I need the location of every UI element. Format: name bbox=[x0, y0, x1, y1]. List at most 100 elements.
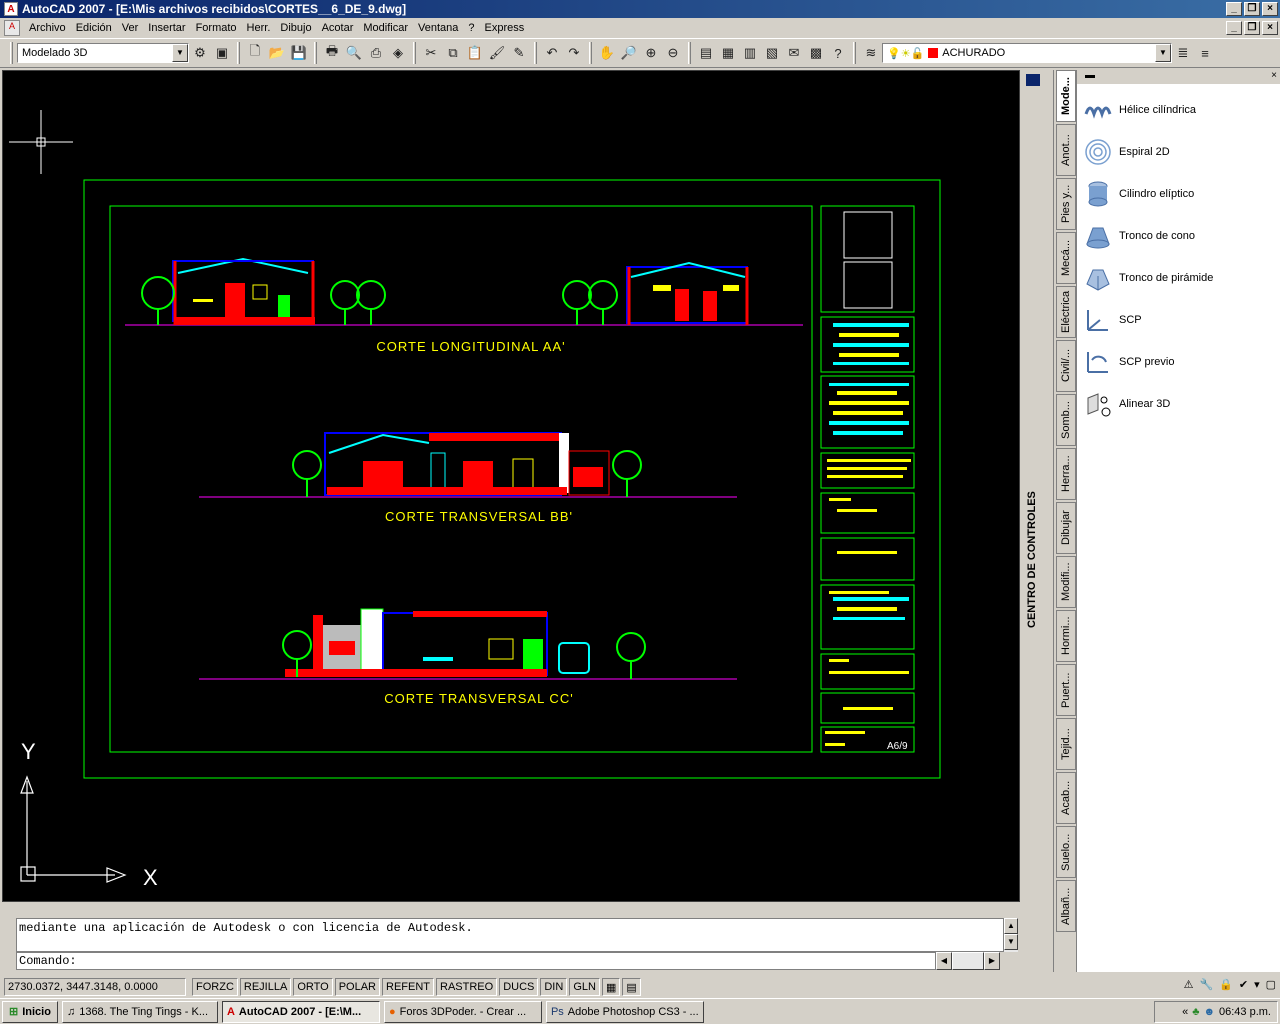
doc-minimize-button[interactable]: _ bbox=[1226, 21, 1242, 35]
sheet-set-icon[interactable]: ▧ bbox=[761, 42, 783, 64]
snap-toggle[interactable]: FORZC bbox=[192, 978, 238, 996]
polar-toggle[interactable]: POLAR bbox=[334, 978, 380, 996]
menu-ver[interactable]: Ver bbox=[117, 22, 144, 34]
tab-hormigon[interactable]: Hormi... bbox=[1056, 610, 1076, 662]
doc-restore-button[interactable]: ❐ bbox=[1244, 21, 1260, 35]
warning-icon[interactable]: ⚠ bbox=[1184, 978, 1194, 991]
task-music-player[interactable]: ♫ 1368. The Ting Tings - K... bbox=[61, 1000, 218, 1023]
dyn-toggle[interactable]: DIN bbox=[540, 978, 568, 996]
menu-formato[interactable]: Formato bbox=[191, 22, 242, 34]
start-button[interactable]: ⊞ Inicio bbox=[2, 1000, 58, 1023]
tool-helix[interactable]: Hélice cilíndrica bbox=[1083, 90, 1273, 130]
scroll-right-icon[interactable]: ▶ bbox=[984, 952, 1000, 970]
scroll-left-icon[interactable]: ◀ bbox=[936, 952, 952, 970]
3d-dwf-icon[interactable]: ◈ bbox=[387, 42, 409, 64]
lwt-toggle[interactable]: GLN bbox=[569, 978, 600, 996]
save-workspace-icon[interactable]: ▣ bbox=[211, 42, 233, 64]
tool-palettes-icon[interactable]: ▥ bbox=[739, 42, 761, 64]
command-scrollbar[interactable]: ▲ ▼ bbox=[1004, 918, 1018, 952]
toolbar-grip[interactable] bbox=[534, 42, 537, 64]
scroll-down-icon[interactable]: ▼ bbox=[1004, 934, 1018, 950]
workspace-combo[interactable]: Modelado 3D ▼ bbox=[17, 43, 189, 63]
tool-spiral[interactable]: Espiral 2D bbox=[1083, 132, 1273, 172]
zoom-realtime-icon[interactable]: 🔎 bbox=[618, 42, 640, 64]
tray-expand-icon[interactable]: « bbox=[1182, 1006, 1188, 1018]
tab-herramientas[interactable]: Herra... bbox=[1056, 448, 1076, 500]
zoom-window-icon[interactable]: ⊕ bbox=[640, 42, 662, 64]
menu-edicion[interactable]: Edición bbox=[71, 22, 117, 34]
tab-pies[interactable]: Pies y... bbox=[1056, 178, 1076, 230]
toolbar-grip[interactable] bbox=[853, 42, 856, 64]
tool-cone-frustum[interactable]: Tronco de cono bbox=[1083, 216, 1273, 256]
chevron-down-icon[interactable]: ▼ bbox=[172, 44, 188, 62]
tools-icon[interactable]: 🔧 bbox=[1199, 978, 1213, 991]
ducs-toggle[interactable]: DUCS bbox=[499, 978, 539, 996]
scroll-up-icon[interactable]: ▲ bbox=[1004, 918, 1018, 934]
drawing-canvas[interactable]: A6/9 CORTE LONGITUDINAL AA' CORTE TRANSV… bbox=[2, 70, 1020, 902]
redo-icon[interactable]: ↷ bbox=[563, 42, 585, 64]
clock[interactable]: 06:43 p.m. bbox=[1219, 1006, 1271, 1018]
publish-icon[interactable]: ⎙ bbox=[365, 42, 387, 64]
save-icon[interactable]: 💾 bbox=[288, 42, 310, 64]
undo-icon[interactable]: ↶ bbox=[541, 42, 563, 64]
messenger-icon[interactable]: ☻ bbox=[1203, 1006, 1215, 1018]
markup-icon[interactable]: ✉ bbox=[783, 42, 805, 64]
task-photoshop[interactable]: Ps Adobe Photoshop CS3 - ... bbox=[545, 1000, 704, 1023]
coordinates-readout[interactable]: 2730.0372, 3447.3148, 0.0000 bbox=[4, 978, 186, 996]
layer-previous-icon[interactable]: ≡ bbox=[1194, 42, 1216, 64]
new-file-icon[interactable]: 🗋 bbox=[244, 42, 266, 64]
network-icon[interactable]: ♣ bbox=[1192, 1006, 1199, 1018]
tab-anotacion[interactable]: Anot... bbox=[1056, 124, 1076, 176]
menu-express[interactable]: Express bbox=[480, 22, 530, 34]
clean-screen-icon[interactable]: ▢ bbox=[1266, 978, 1276, 991]
help-icon[interactable]: ? bbox=[827, 42, 849, 64]
tool-align-3d[interactable]: Alinear 3D bbox=[1083, 384, 1273, 424]
copy-icon[interactable]: ⧉ bbox=[442, 42, 464, 64]
design-center-icon[interactable]: ▦ bbox=[717, 42, 739, 64]
pan-icon[interactable]: ✋ bbox=[596, 42, 618, 64]
doc-close-button[interactable]: × bbox=[1262, 21, 1278, 35]
menu-insertar[interactable]: Insertar bbox=[143, 22, 190, 34]
tab-suelo[interactable]: Suelo... bbox=[1056, 826, 1076, 878]
menu-ventana[interactable]: Ventana bbox=[413, 22, 463, 34]
tool-ucs[interactable]: SCP bbox=[1083, 300, 1273, 340]
tab-acabados[interactable]: Acab... bbox=[1056, 772, 1076, 824]
tab-tejidos[interactable]: Tejid... bbox=[1056, 718, 1076, 770]
minimize-button[interactable]: _ bbox=[1226, 2, 1242, 16]
tab-puertas[interactable]: Puert... bbox=[1056, 664, 1076, 716]
tab-sombreado[interactable]: Somb... bbox=[1056, 394, 1076, 446]
autocad-app-icon[interactable]: A bbox=[4, 2, 18, 16]
toolbar-lock-icon[interactable]: 🔒 bbox=[1219, 978, 1233, 991]
open-file-icon[interactable]: 📂 bbox=[266, 42, 288, 64]
menu-dibujo[interactable]: Dibujo bbox=[275, 22, 316, 34]
toolbar-grip[interactable] bbox=[688, 42, 691, 64]
menu-acotar[interactable]: Acotar bbox=[317, 22, 359, 34]
workspace-settings-icon[interactable]: ⚙ bbox=[189, 42, 211, 64]
tab-dibujar[interactable]: Dibujar bbox=[1056, 502, 1076, 554]
hscroll-track[interactable] bbox=[952, 952, 984, 970]
menu-modificar[interactable]: Modificar bbox=[358, 22, 413, 34]
command-input[interactable]: Comando: bbox=[16, 952, 936, 970]
tab-electrica[interactable]: Eléctrica bbox=[1056, 286, 1076, 338]
close-button[interactable]: × bbox=[1262, 2, 1278, 16]
command-hscroll[interactable]: ◀ ▶ bbox=[936, 952, 1000, 970]
toolbar-grip[interactable] bbox=[413, 42, 416, 64]
toolbar-grip[interactable] bbox=[237, 42, 240, 64]
menu-herr[interactable]: Herr. bbox=[242, 22, 276, 34]
task-firefox[interactable]: ● Foros 3DPoder. - Crear ... bbox=[383, 1000, 542, 1023]
panel-icon[interactable] bbox=[1026, 74, 1040, 86]
comm-center-icon[interactable]: ✔ bbox=[1239, 978, 1248, 991]
menu-help[interactable]: ? bbox=[463, 22, 479, 34]
tool-pyramid-frustum[interactable]: Tronco de pirámide bbox=[1083, 258, 1273, 298]
tab-modelado[interactable]: Mode... bbox=[1056, 70, 1076, 122]
otrack-toggle[interactable]: RASTREO bbox=[436, 978, 498, 996]
tab-modificar[interactable]: Modifi... bbox=[1056, 556, 1076, 608]
block-editor-icon[interactable]: ✎ bbox=[508, 42, 530, 64]
tool-ucs-previous[interactable]: SCP previo bbox=[1083, 342, 1273, 382]
toolbar-grip[interactable] bbox=[314, 42, 317, 64]
print-preview-icon[interactable]: 🔍 bbox=[343, 42, 365, 64]
layout-icon[interactable]: ▤ bbox=[622, 978, 641, 996]
calculator-icon[interactable]: ▩ bbox=[805, 42, 827, 64]
task-autocad[interactable]: A AutoCAD 2007 - [E:\M... bbox=[221, 1000, 380, 1023]
zoom-previous-icon[interactable]: ⊖ bbox=[662, 42, 684, 64]
